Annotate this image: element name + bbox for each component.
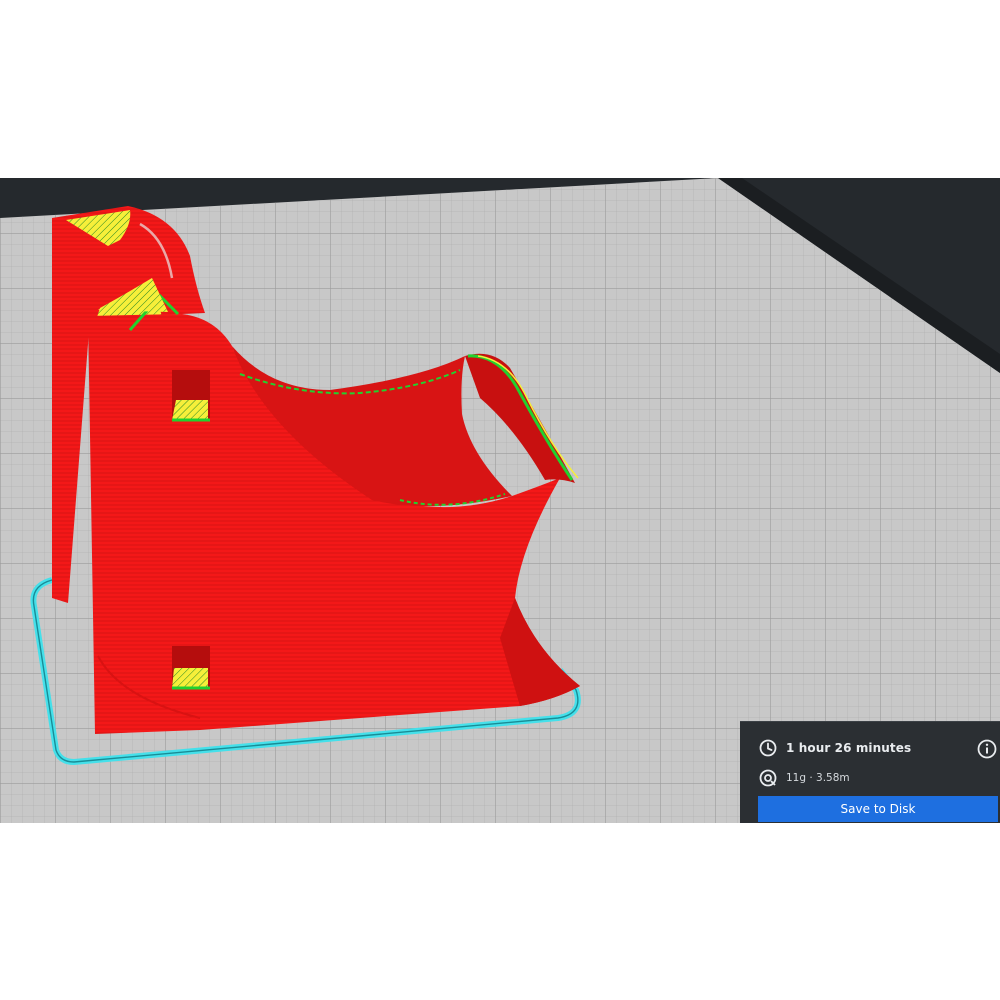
info-icon[interactable] [976, 738, 998, 760]
material-row: 11g · 3.58m [758, 768, 850, 788]
clock-icon [759, 739, 777, 757]
material-usage-text: 11g · 3.58m [786, 772, 850, 784]
save-to-disk-button[interactable]: Save to Disk [758, 796, 998, 822]
print-time-row: 1 hour 26 minutes [758, 738, 911, 758]
filament-spool-icon [759, 769, 777, 787]
print-time-text: 1 hour 26 minutes [786, 741, 912, 755]
print-info-panel: 1 hour 26 minutes 11g · 3.58m Save to Di… [740, 721, 1000, 823]
